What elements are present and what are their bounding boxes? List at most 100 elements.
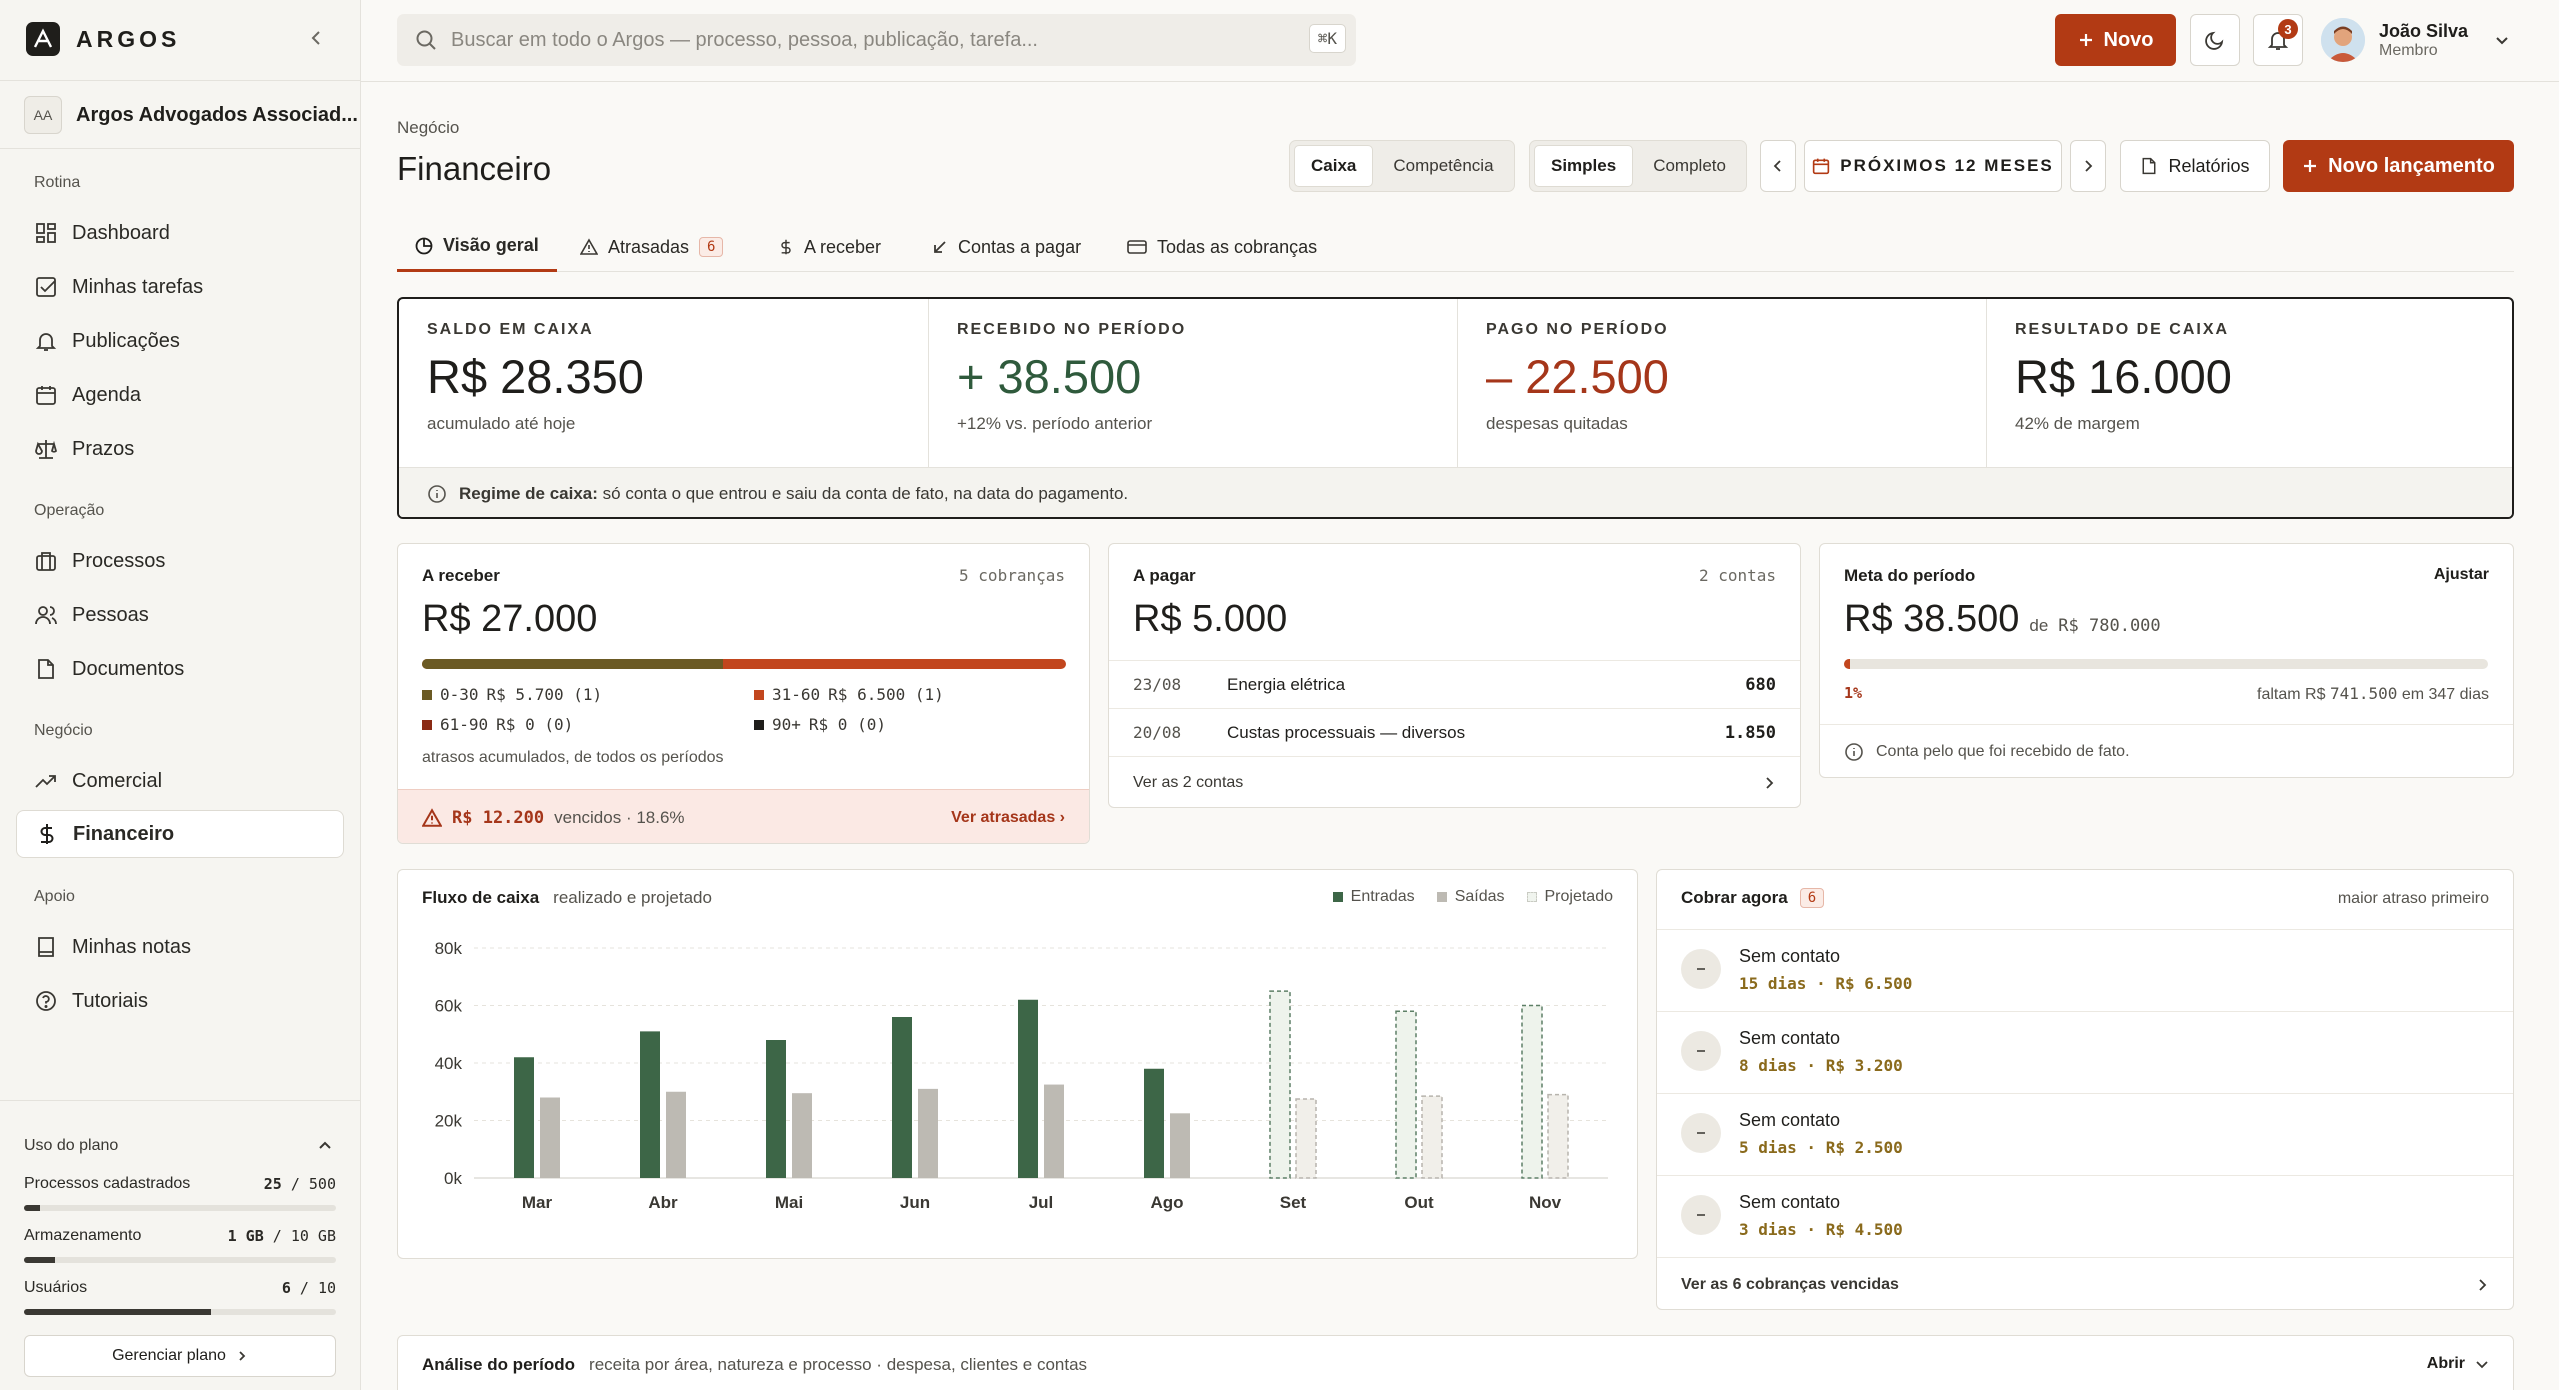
sidebar-item-pessoas[interactable]: Pessoas <box>16 591 344 639</box>
bar-saidas <box>1547 1093 1569 1179</box>
kpi-note: Regime de caixa: só conta o que entrou e… <box>399 467 2512 517</box>
tab-contas-a-pagar[interactable]: Contas a pagar <box>932 222 1081 272</box>
notifications-button[interactable]: 3 <box>2253 14 2303 66</box>
chart-header: Fluxo de caixa realizado e projetado <box>422 888 712 908</box>
y-tick-label: 80k <box>435 939 463 958</box>
sidebar-item-processos[interactable]: Processos <box>16 537 344 585</box>
manage-plan-button[interactable]: Gerenciar plano <box>24 1335 336 1377</box>
legend-swatch <box>422 719 432 730</box>
sidebar-item-prazos[interactable]: Prazos <box>16 425 344 473</box>
search-input[interactable]: Buscar em todo o Argos — processo, pesso… <box>397 14 1356 66</box>
tab-visao-geral[interactable]: Visão geral <box>397 222 557 272</box>
list-item[interactable]: Sem contato 15 dias · R$ 6.500 <box>1657 929 2513 1011</box>
document-icon <box>2140 157 2158 175</box>
sort-label[interactable]: maior atraso primeiro <box>2338 890 2489 908</box>
list-item[interactable]: 20/08 Custas processuais — diversos 1.85… <box>1109 708 1800 756</box>
list-item[interactable]: 23/08 Energia elétrica 680 <box>1109 660 1800 708</box>
view-overdue-charges-link[interactable]: Ver as 6 cobranças vencidas <box>1657 1257 2513 1309</box>
new-entry-button[interactable]: Novo lançamento <box>2283 140 2514 192</box>
tab-label: Visão geral <box>443 235 539 255</box>
period-analysis-card[interactable]: Análise do período receita por área, nat… <box>397 1335 2514 1390</box>
reports-button[interactable]: Relatórios <box>2120 140 2270 192</box>
view-overdue-link[interactable]: Ver atrasadas › <box>951 809 1065 827</box>
chevron-right-icon <box>1762 776 1776 790</box>
org-switcher[interactable]: AA Argos Advogados Associad... <box>24 96 358 134</box>
tab-a-receber[interactable]: A receber <box>778 222 881 272</box>
sidebar-item-documentos[interactable]: Documentos <box>16 645 344 693</box>
kpi-value: R$ 16.000 <box>2015 350 2232 403</box>
adjust-goal-button[interactable]: Ajustar <box>2434 566 2489 584</box>
card-count: 2 contas <box>1698 566 1776 585</box>
receber-card: A receber 5 cobranças R$ 27.000 0-30 R$ … <box>397 543 1090 844</box>
user-menu[interactable]: João Silva Membro <box>2321 18 2510 62</box>
moon-icon <box>2204 29 2226 51</box>
chevron-right-icon <box>2081 159 2095 173</box>
new-button[interactable]: Novo <box>2055 14 2176 66</box>
bar-saidas <box>1170 1113 1190 1178</box>
detail-option-completo[interactable]: Completo <box>1637 145 1742 187</box>
user-name: João Silva <box>2379 20 2469 41</box>
tab-todas-cobrancas[interactable]: Todas as cobranças <box>1127 222 1317 272</box>
plan-row-label: Processos cadastrados <box>24 1175 191 1192</box>
minus-icon <box>1681 1113 1721 1153</box>
collapse-sidebar-icon[interactable] <box>304 26 328 50</box>
kpi-recebido: RECEBIDO NO PERÍODO + 38.500 +12% vs. pe… <box>929 299 1458 467</box>
sidebar-item-notas[interactable]: Minhas notas <box>16 923 344 971</box>
sidebar: ARGOS AA Argos Advogados Associad... Rot… <box>0 0 361 1390</box>
overdue-detail: 3 dias · R$ 4.500 <box>1739 1220 1903 1239</box>
view-payables-link[interactable]: Ver as 2 contas <box>1109 756 1800 807</box>
y-tick-label: 20k <box>435 1112 463 1131</box>
chart-legend: Entradas Saídas Projetado <box>1332 888 1613 906</box>
sidebar-item-comercial[interactable]: Comercial <box>16 757 344 805</box>
legend-swatch <box>1436 892 1447 902</box>
list-item[interactable]: Sem contato 8 dias · R$ 3.200 <box>1657 1011 2513 1093</box>
sidebar-item-publicacoes[interactable]: Publicações <box>16 317 344 365</box>
theme-toggle-button[interactable] <box>2190 14 2240 66</box>
note-text: Conta pelo que foi recebido de fato. <box>1876 743 2130 760</box>
period-prev-button[interactable] <box>1760 140 1796 192</box>
nav-section-rotina: Rotina <box>34 174 81 191</box>
brand[interactable]: ARGOS <box>26 22 180 56</box>
search-icon <box>415 29 437 51</box>
period-selector[interactable]: PRÓXIMOS 12 MESES <box>1804 140 2062 192</box>
x-tick-label: Nov <box>1529 1193 1562 1212</box>
meta-of: de <box>2029 616 2049 635</box>
sidebar-item-financeiro[interactable]: Financeiro <box>16 810 344 858</box>
bar-saidas <box>918 1088 938 1178</box>
x-tick-label: Jun <box>900 1193 930 1212</box>
kpi-label: SALDO EM CAIXA <box>427 321 594 338</box>
sidebar-item-tarefas[interactable]: Minhas tarefas <box>16 263 344 311</box>
user-role: Membro <box>2379 41 2438 59</box>
plan-row-label: Usuários <box>24 1279 88 1296</box>
regime-option-caixa[interactable]: Caixa <box>1294 145 1374 187</box>
card-title: A receber <box>422 566 500 585</box>
regime-option-competencia[interactable]: Competência <box>1377 145 1509 187</box>
kpi-value: R$ 28.350 <box>427 350 644 403</box>
x-tick-label: Set <box>1280 1193 1307 1212</box>
kpi-sub: despesas quitadas <box>1486 414 1628 433</box>
list-item[interactable]: Sem contato 3 dias · R$ 4.500 <box>1657 1175 2513 1257</box>
sidebar-item-label: Pessoas <box>72 603 149 626</box>
minus-icon <box>1681 949 1721 989</box>
legend-swatch <box>422 689 432 700</box>
list-item[interactable]: Sem contato 5 dias · R$ 2.500 <box>1657 1093 2513 1175</box>
plan-usage: Uso do plano Processos cadastrados 25 / … <box>0 1100 360 1390</box>
sidebar-item-agenda[interactable]: Agenda <box>16 371 344 419</box>
tab-atrasadas[interactable]: Visão geral Atrasadas 6 <box>580 222 724 272</box>
chevron-right-icon <box>236 1350 248 1362</box>
open-analysis-button[interactable]: Abrir <box>2427 1355 2489 1373</box>
overdue-text: vencidos · 18.6% <box>554 807 685 827</box>
breadcrumb[interactable]: Negócio <box>397 118 459 138</box>
chevron-up-icon[interactable] <box>316 1137 334 1155</box>
sidebar-item-label: Publicações <box>72 329 180 352</box>
legend-item: Saídas <box>1436 888 1505 906</box>
tab-count-badge: 6 <box>699 237 724 257</box>
sidebar-item-tutoriais[interactable]: Tutoriais <box>16 977 344 1025</box>
bucket-0-30: 0-30 R$ 5.700 (1) <box>422 685 602 704</box>
sidebar-item-dashboard[interactable]: Dashboard <box>16 209 344 257</box>
detail-option-simples[interactable]: Simples <box>1534 145 1634 187</box>
pay-desc: Energia elétrica <box>1227 674 1346 694</box>
bar-saidas <box>666 1091 686 1178</box>
period-next-button[interactable] <box>2070 140 2106 192</box>
button-label: Novo <box>2103 28 2154 51</box>
